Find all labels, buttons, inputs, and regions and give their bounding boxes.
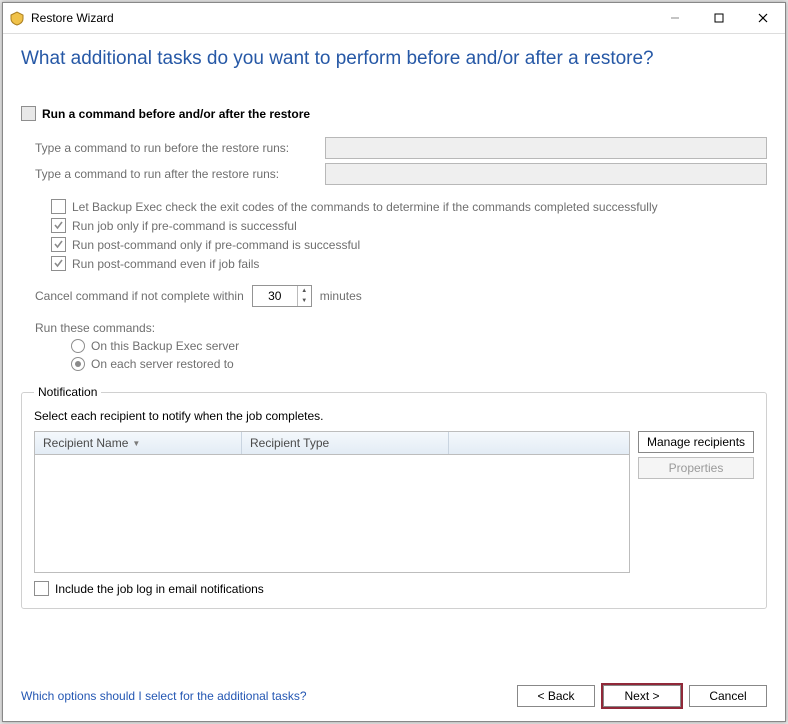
check-exit-row: Let Backup Exec check the exit codes of … [51,199,767,214]
run-if-pre-label: Run job only if pre-command is successfu… [72,219,297,233]
radio-this-server[interactable] [71,339,85,353]
spinner-down-icon[interactable]: ▼ [298,296,311,306]
manage-recipients-button[interactable]: Manage recipients [638,431,754,453]
radio-each-server-row: On each server restored to [71,357,767,371]
after-command-input[interactable] [325,163,767,185]
cancel-timeout-label-left: Cancel command if not complete within [35,289,244,303]
cancel-timeout-spinner[interactable]: ▲ ▼ [252,285,312,307]
check-exit-checkbox[interactable] [51,199,66,214]
window-title: Restore Wizard [31,11,114,25]
minimize-button[interactable] [653,3,697,33]
restore-wizard-window: Restore Wizard What additional tasks do … [2,2,786,722]
app-icon [9,10,25,26]
before-command-row: Type a command to run before the restore… [35,137,767,159]
footer: Which options should I select for the ad… [3,674,785,721]
run-command-label: Run a command before and/or after the re… [42,107,310,121]
next-button[interactable]: Next > [603,685,681,707]
before-command-input[interactable] [325,137,767,159]
sort-desc-icon: ▼ [132,439,140,448]
include-log-label: Include the job log in email notificatio… [55,582,264,596]
cancel-timeout-input[interactable] [253,288,297,304]
radio-this-server-label: On this Backup Exec server [91,339,239,353]
run-command-row: Run a command before and/or after the re… [21,106,767,121]
page-heading: What additional tasks do you want to per… [21,48,767,70]
post-if-pre-label: Run post-command only if pre-command is … [72,238,360,252]
run-command-checkbox[interactable] [21,106,36,121]
run-if-pre-checkbox[interactable] [51,218,66,233]
col-recipient-type[interactable]: Recipient Type [242,432,449,454]
col-recipient-name[interactable]: Recipient Name ▼ [35,432,242,454]
check-exit-label: Let Backup Exec check the exit codes of … [72,200,658,214]
cancel-timeout-label-right: minutes [320,289,362,303]
titlebar: Restore Wizard [3,3,785,34]
after-command-row: Type a command to run after the restore … [35,163,767,185]
before-command-label: Type a command to run before the restore… [35,141,325,155]
notification-prompt: Select each recipient to notify when the… [34,409,754,423]
radio-each-server-label: On each server restored to [91,357,234,371]
notification-legend: Notification [34,385,101,399]
maximize-button[interactable] [697,3,741,33]
table-side-buttons: Manage recipients Properties [638,431,754,573]
radio-this-server-row: On this Backup Exec server [71,339,767,353]
back-button[interactable]: < Back [517,685,595,707]
radio-each-server[interactable] [71,357,85,371]
post-if-fail-checkbox[interactable] [51,256,66,271]
post-if-pre-checkbox[interactable] [51,237,66,252]
properties-button[interactable]: Properties [638,457,754,479]
help-link[interactable]: Which options should I select for the ad… [21,689,307,703]
col-blank [449,432,629,454]
post-if-fail-label: Run post-command even if job fails [72,257,259,271]
table-body [35,455,629,572]
table-header: Recipient Name ▼ Recipient Type [35,432,629,455]
post-if-pre-row: Run post-command only if pre-command is … [51,237,767,252]
run-these-label: Run these commands: [35,321,155,335]
cancel-timeout-row: Cancel command if not complete within ▲ … [35,285,767,307]
include-log-row: Include the job log in email notificatio… [34,581,754,596]
run-these-row: Run these commands: [35,321,767,335]
spinner-buttons[interactable]: ▲ ▼ [297,286,311,306]
include-log-checkbox[interactable] [34,581,49,596]
close-button[interactable] [741,3,785,33]
cancel-button[interactable]: Cancel [689,685,767,707]
recipients-table[interactable]: Recipient Name ▼ Recipient Type [34,431,630,573]
spinner-up-icon[interactable]: ▲ [298,286,311,296]
notification-group: Notification Select each recipient to no… [21,385,767,609]
after-command-label: Type a command to run after the restore … [35,167,325,181]
content-area: What additional tasks do you want to per… [3,34,785,674]
run-if-pre-row: Run job only if pre-command is successfu… [51,218,767,233]
post-if-fail-row: Run post-command even if job fails [51,256,767,271]
